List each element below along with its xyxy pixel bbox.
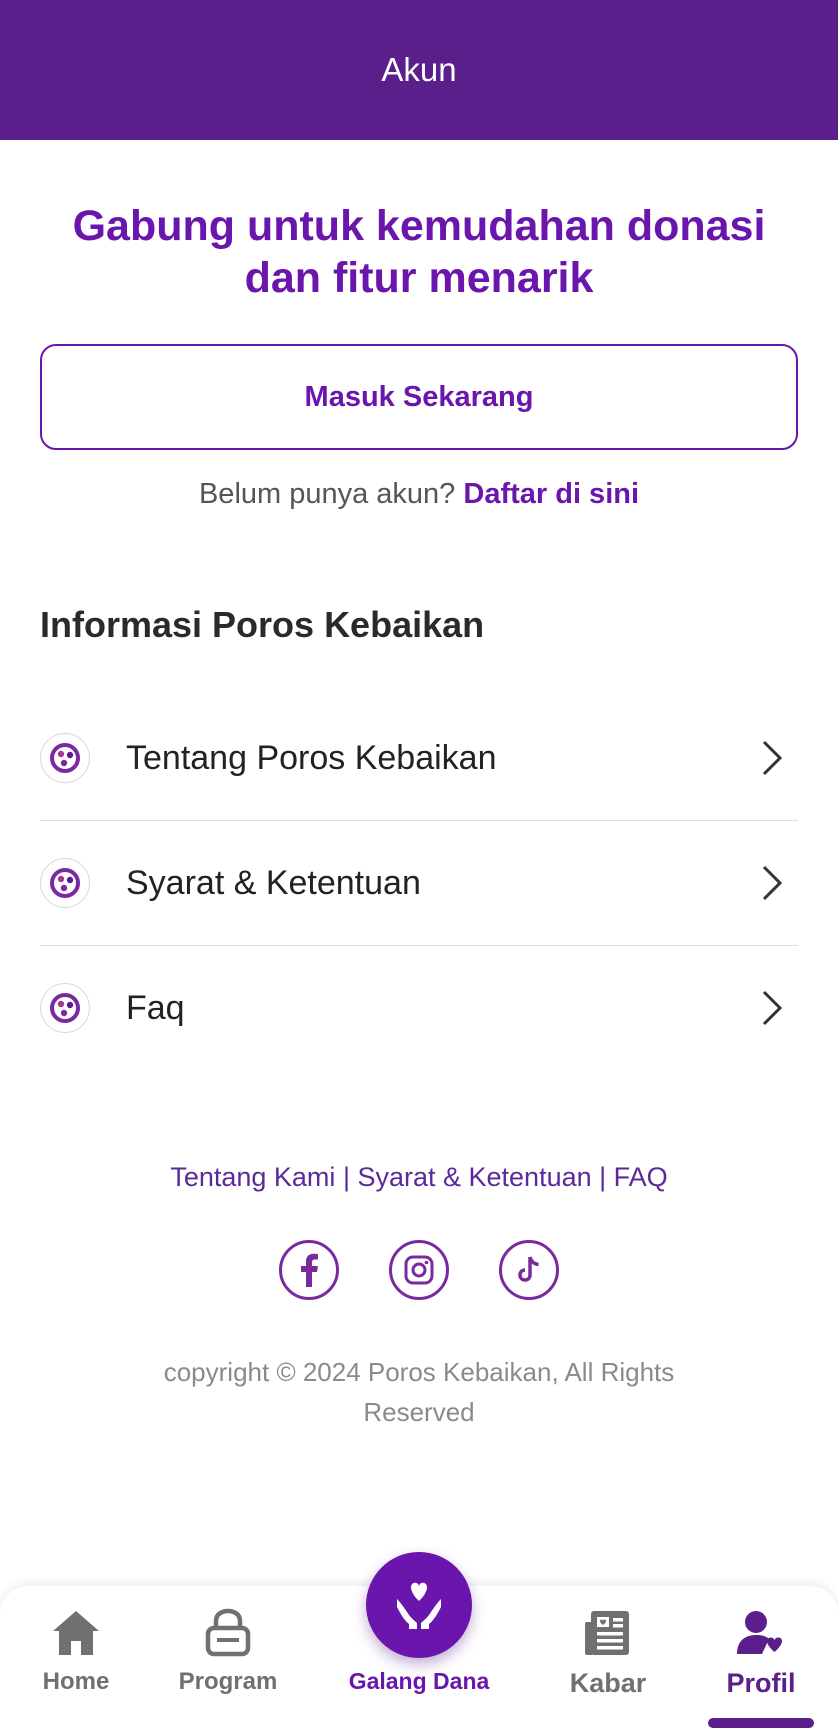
login-button[interactable]: Masuk Sekarang [40, 344, 798, 450]
galang-dana-button[interactable] [366, 1552, 472, 1658]
info-section-title: Informasi Poros Kebaikan [40, 604, 485, 645]
chevron-right-icon [762, 865, 783, 901]
nav-label-kabar: Kabar [569, 1668, 647, 1698]
program-icon [204, 1604, 252, 1662]
footer-link-syarat[interactable]: Syarat & Ketentuan [357, 1162, 591, 1192]
chevron-right-icon [762, 740, 783, 776]
nav-label-profil: Profil [726, 1668, 796, 1698]
signup-line: Belum punya akun? Daftar di sini [0, 478, 838, 511]
poros-logo-icon [40, 983, 90, 1033]
copyright-text: copyright © 2024 Poros Kebaikan, All Rig… [163, 1357, 675, 1427]
signup-link[interactable]: Daftar di sini [463, 478, 639, 510]
menu-item-syarat[interactable]: Syarat & Ketentuan [40, 821, 798, 946]
nav-label-home: Home [42, 1668, 110, 1695]
chevron-right-icon [762, 990, 783, 1026]
tiktok-icon[interactable] [499, 1240, 559, 1300]
footer-links: Tentang Kami | Syarat & Ketentuan | FAQ [0, 1162, 838, 1193]
instagram-icon[interactable] [389, 1240, 449, 1300]
nav-item-profil[interactable]: Profil [708, 1586, 814, 1728]
hero-title: Gabung untuk kemudahan donasi dan fitur … [72, 202, 766, 302]
profile-icon [735, 1604, 787, 1662]
footer-link-tentang[interactable]: Tentang Kami [170, 1162, 335, 1192]
page-title: Akun [381, 51, 457, 88]
facebook-icon[interactable] [279, 1240, 339, 1300]
menu-item-faq[interactable]: Faq [40, 946, 798, 1070]
nav-label-program: Program [178, 1668, 278, 1695]
hands-heart-icon [397, 1582, 441, 1629]
menu-item-label: Faq [126, 988, 185, 1027]
nav-item-kabar[interactable]: Kabar [556, 1586, 660, 1728]
poros-logo-icon [40, 858, 90, 908]
nav-label-galang-dana[interactable]: Galang Dana [318, 1668, 520, 1695]
poros-logo-icon [40, 733, 90, 783]
menu-item-tentang[interactable]: Tentang Poros Kebaikan [40, 696, 798, 821]
news-icon [583, 1604, 633, 1662]
home-icon [50, 1604, 102, 1662]
nav-item-home[interactable]: Home [26, 1586, 126, 1728]
social-links [0, 1240, 838, 1300]
app-header: Akun [0, 0, 838, 140]
footer-link-faq[interactable]: FAQ [614, 1162, 668, 1192]
footer-separator: | [342, 1162, 350, 1192]
info-menu: Tentang Poros Kebaikan Syarat & Ketentua… [40, 696, 798, 1070]
nav-active-indicator [708, 1718, 814, 1728]
signup-prompt: Belum punya akun? [198, 478, 456, 510]
menu-item-label: Syarat & Ketentuan [126, 863, 421, 902]
menu-item-label: Tentang Poros Kebaikan [126, 738, 497, 777]
nav-item-program[interactable]: Program [172, 1586, 284, 1728]
footer-separator: | [599, 1162, 607, 1192]
